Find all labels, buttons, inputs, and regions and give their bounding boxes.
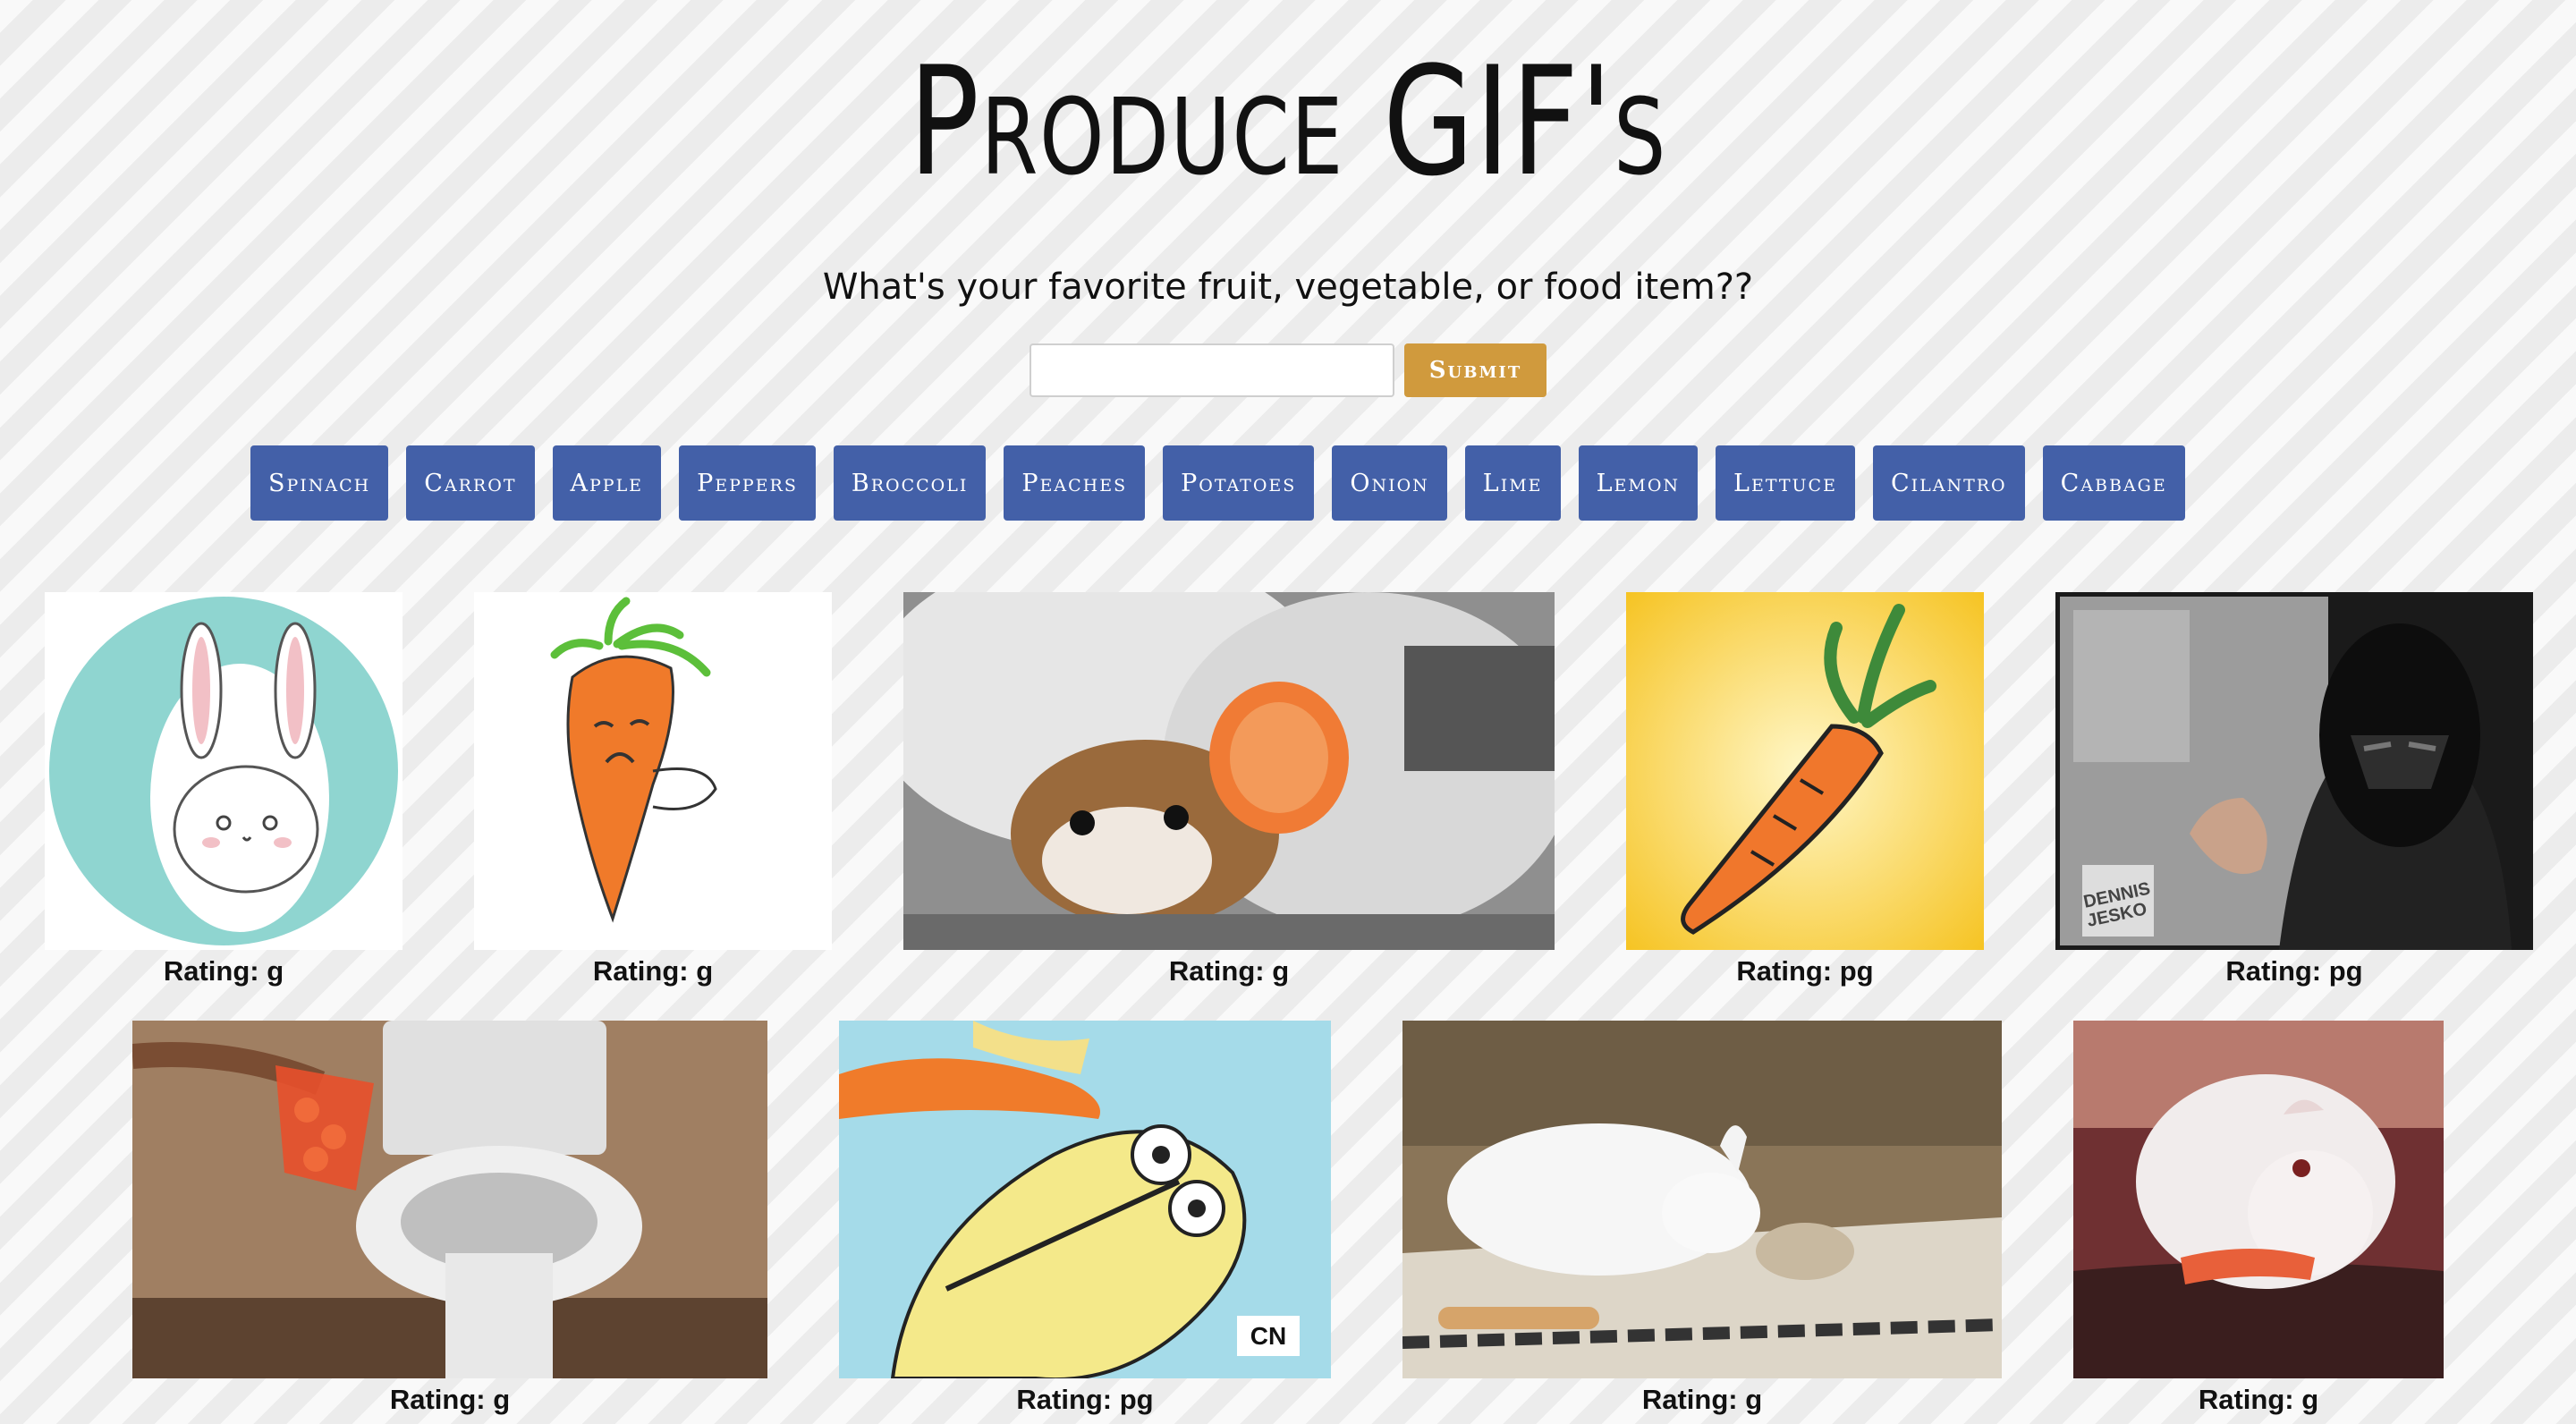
gif-card: DENNIS JESKO Rating: pg — [2055, 592, 2533, 989]
gif-image[interactable] — [903, 592, 1555, 950]
produce-button-apple[interactable]: Apple — [552, 445, 662, 521]
carrot-drawing — [1626, 592, 1984, 950]
produce-button-row: Spinach Carrot Apple Peppers Broccoli Pe… — [250, 445, 2343, 521]
gif-rating: Rating: pg — [2225, 955, 2363, 987]
gif-card: Rating: g — [474, 592, 832, 989]
produce-button-lime[interactable]: Lime — [1464, 445, 1561, 521]
gif-rating: Rating: pg — [1736, 955, 1874, 987]
gif-rating: Rating: g — [592, 955, 714, 987]
gif-image[interactable] — [1402, 1021, 2002, 1378]
hamster-with-carrot — [903, 592, 1555, 950]
produce-button-lettuce[interactable]: Lettuce — [1716, 445, 1855, 521]
rabbit-and-hamster — [1402, 1021, 2002, 1378]
gif-image[interactable] — [1626, 592, 1984, 950]
produce-button-peaches[interactable]: Peaches — [1004, 445, 1146, 521]
produce-button-peppers[interactable]: Peppers — [679, 445, 816, 521]
gif-card: Rating: g — [132, 1021, 767, 1418]
gif-image[interactable]: DENNIS JESKO — [2055, 592, 2533, 950]
gif-rating: Rating: pg — [1016, 1384, 1154, 1415]
produce-button-onion[interactable]: Onion — [1332, 445, 1447, 521]
page-subtitle: What's your favorite fruit, vegetable, o… — [822, 267, 1754, 308]
gif-card: CN Rating: pg — [839, 1021, 1331, 1418]
crying-carrot-icon — [550, 597, 717, 923]
gif-rating: Rating: g — [1641, 1384, 1763, 1415]
produce-button-spinach[interactable]: Spinach — [250, 445, 389, 521]
svg-text:CN: CN — [1250, 1322, 1286, 1350]
gif-image[interactable] — [2073, 1021, 2444, 1378]
produce-button-cilantro[interactable]: Cilantro — [1872, 445, 2025, 521]
gif-card: Rating: g — [45, 592, 402, 989]
carrots-in-toilet — [132, 1021, 767, 1378]
gif-card: Rating: g — [2073, 1021, 2444, 1418]
page-title: Produce GIF's — [908, 34, 1668, 209]
produce-button-broccoli[interactable]: Broccoli — [833, 445, 987, 521]
gif-image[interactable]: CN — [839, 1021, 1331, 1378]
cartoon-character-carrot: CN — [839, 1021, 1331, 1378]
gif-card: Rating: pg — [1626, 592, 1984, 989]
gif-card: Rating: g — [903, 592, 1555, 989]
gif-image[interactable] — [132, 1021, 767, 1378]
gif-image[interactable] — [474, 592, 832, 950]
gif-rating: Rating: g — [1168, 955, 1290, 987]
gif-rating: Rating: g — [389, 1384, 511, 1415]
gif-card: Rating: g — [1402, 1021, 2002, 1418]
guinea-pig-eating-carrot — [2073, 1021, 2444, 1378]
submit-button[interactable]: Submit — [1404, 343, 1546, 397]
produce-button-cabbage[interactable]: Cabbage — [2042, 445, 2185, 521]
gif-rating: Rating: g — [2198, 1384, 2319, 1415]
produce-button-carrot[interactable]: Carrot — [406, 445, 535, 521]
gif-image[interactable] — [45, 592, 402, 950]
produce-button-lemon[interactable]: Lemon — [1578, 445, 1699, 521]
produce-button-potatoes[interactable]: Potatoes — [1163, 445, 1315, 521]
bunny-icon — [49, 597, 398, 945]
gif-rating: Rating: g — [163, 955, 284, 987]
search-input[interactable] — [1030, 343, 1394, 397]
darth-vader: DENNIS JESKO — [2055, 592, 2533, 950]
